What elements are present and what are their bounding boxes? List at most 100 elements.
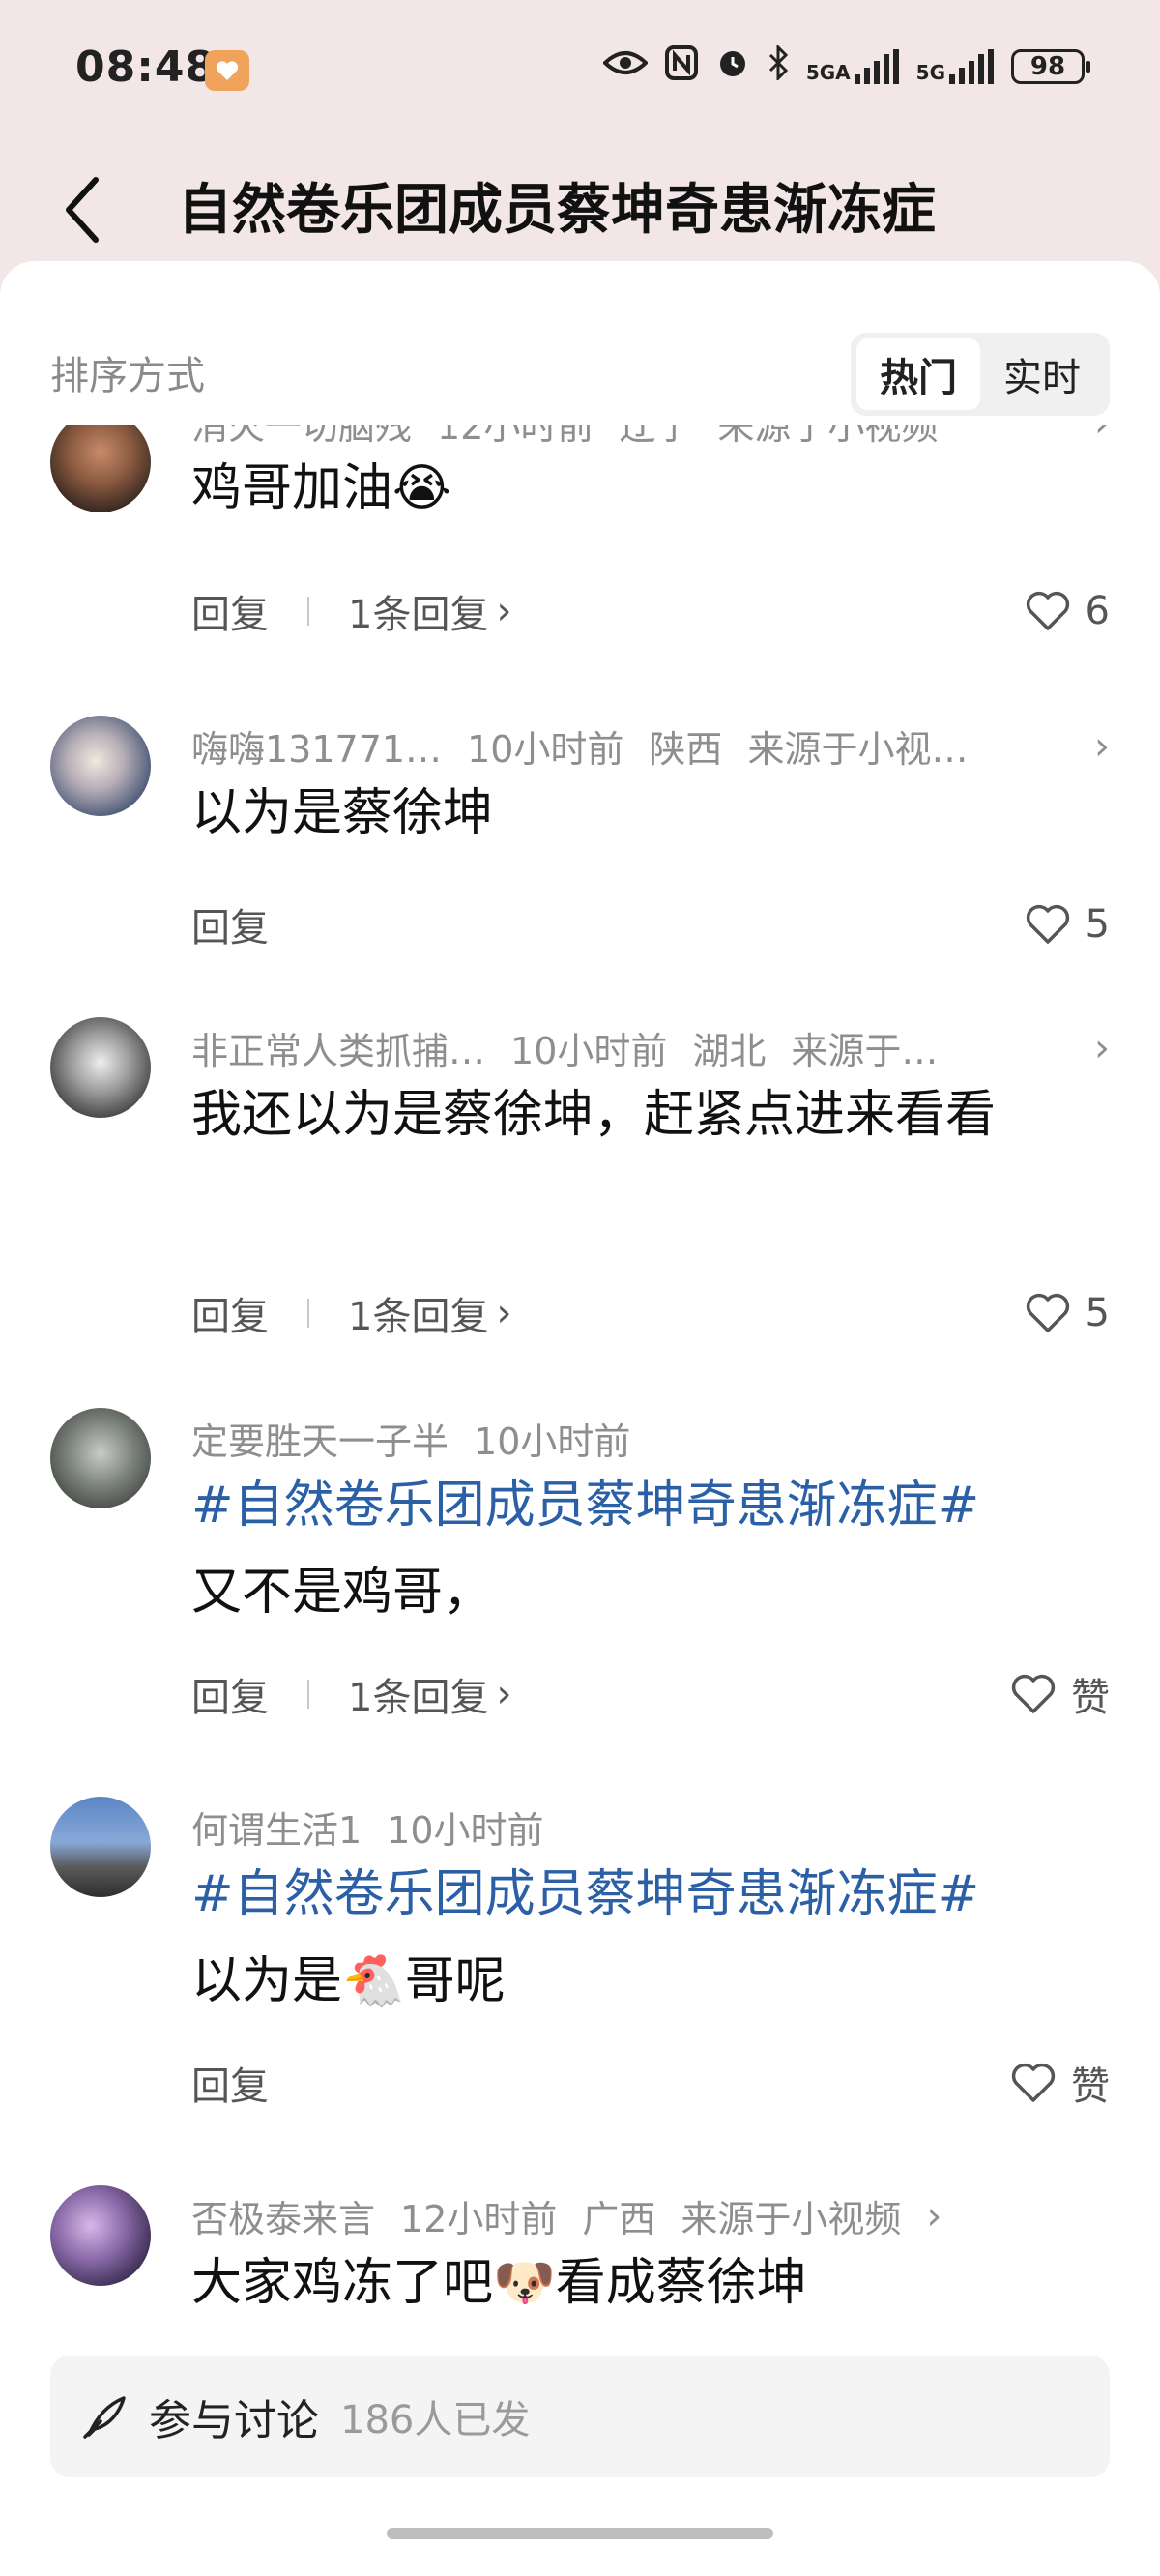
chevron-left-icon: [66, 177, 99, 243]
like-button[interactable]: 5: [1026, 1291, 1110, 1335]
comment-time: 12小时前: [400, 2198, 558, 2240]
alarm-icon: [715, 45, 750, 88]
heart-icon: [205, 50, 249, 91]
avatar[interactable]: [50, 1797, 151, 1897]
divider: [307, 1299, 309, 1328]
comment-location: 湖北: [692, 1030, 767, 1072]
reply-button[interactable]: 回复: [191, 896, 269, 952]
join-discussion-label: 参与讨论: [149, 2396, 319, 2445]
comment-text: 以为是蔡徐坤: [191, 784, 494, 842]
signal-bars-icon: [854, 49, 899, 84]
username[interactable]: 何谓生活1: [191, 1800, 362, 1854]
avatar[interactable]: [50, 1408, 151, 1508]
header: 自然卷乐团成员蔡坤奇患渐冻症: [0, 145, 1160, 280]
avatar[interactable]: [50, 716, 151, 816]
dog-emoji: 🐶: [493, 2254, 556, 2312]
discussion-count: 186人已发: [340, 2398, 531, 2443]
like-count: 6: [1085, 589, 1110, 633]
signal-5g: 5G: [916, 49, 994, 84]
comment-source: 来源于小视频: [681, 2198, 902, 2240]
comment-actions: 回复 1条回复 › 6: [191, 582, 1110, 640]
comment-text: #自然卷乐团成员蔡坤奇患渐冻症# 又不是鸡哥，: [191, 1477, 980, 1622]
reply-button[interactable]: 回复: [191, 2055, 269, 2111]
comment-time: 10小时前: [510, 1030, 668, 1072]
reply-button[interactable]: 回复: [191, 1285, 269, 1341]
comment-time: 10小时前: [467, 728, 624, 771]
username[interactable]: 非正常人类抓捕…: [191, 1021, 485, 1074]
comment-location: 陕西: [649, 728, 723, 771]
like-count: 5: [1085, 902, 1110, 947]
comment-text: 我还以为是蔡徐坤，赶紧点进来看看: [191, 1086, 997, 1144]
crying-emoji: 😭: [392, 459, 451, 517]
comment-item: 非正常人类抓捕… 10小时前 湖北 来源于… › 我还以为是蔡徐坤，赶紧点进来看…: [0, 1017, 1160, 1404]
status-bar: 08:48 5GA 5G 98: [0, 0, 1160, 145]
heart-outline-icon: [1026, 904, 1069, 944]
chevron-right-icon: ›: [496, 1672, 512, 1716]
comment-text: 鸡哥加油😭: [191, 459, 451, 517]
avatar[interactable]: [50, 425, 151, 512]
sort-latest-tab[interactable]: 实时: [980, 338, 1104, 410]
status-icons: 5GA 5G 98: [601, 43, 1090, 91]
comment-time: 10小时前: [474, 1420, 631, 1463]
eye-icon: [601, 48, 649, 85]
username[interactable]: 否极泰来言: [191, 2189, 375, 2242]
feather-pen-icon: [83, 2396, 126, 2439]
comment-meta: 非正常人类抓捕… 10小时前 湖北 来源于… ›: [191, 1021, 1110, 1074]
view-replies-button[interactable]: 1条回复 ›: [348, 583, 511, 639]
comment-item: 嗨嗨131771… 10小时前 陕西 来源于小视… › 以为是蔡徐坤 回复 5: [0, 716, 1160, 1025]
comment-actions: 回复 赞: [191, 2054, 1110, 2112]
battery-icon: 98: [1011, 49, 1090, 84]
hashtag-link[interactable]: #自然卷乐团成员蔡坤奇患渐冻症#: [191, 1477, 979, 1535]
like-button[interactable]: 5: [1026, 902, 1110, 947]
chevron-right-icon[interactable]: ›: [1094, 425, 1110, 446]
view-replies-button[interactable]: 1条回复 ›: [348, 1666, 511, 1722]
comment-item: 定要胜天一子半 10小时前 #自然卷乐团成员蔡坤奇患渐冻症# 又不是鸡哥， 回复…: [0, 1408, 1160, 1795]
like-count: 赞: [1071, 2064, 1110, 2109]
like-button[interactable]: 赞: [1011, 2055, 1110, 2111]
sort-toggle: 热门 实时: [851, 333, 1110, 416]
bluetooth-icon: [768, 44, 789, 88]
home-indicator[interactable]: [387, 2528, 773, 2539]
chevron-right-icon[interactable]: ›: [1094, 1026, 1110, 1070]
comment-item: 何谓生活1 10小时前 #自然卷乐团成员蔡坤奇患渐冻症# 以为是🐔哥呢 回复 赞: [0, 1797, 1160, 2183]
heart-outline-icon: [1011, 1674, 1056, 1713]
chevron-right-icon[interactable]: ›: [926, 2194, 942, 2239]
comment-meta: 何谓生活1 10小时前: [191, 1800, 1110, 1854]
comment-sheet: 排序方式 热门 实时 消火一切脑残 12小时前 辽宁 来源于小视频 › 鸡哥加油…: [0, 261, 1160, 2576]
comment-source: 来源于…: [791, 1030, 939, 1072]
page-title: 自然卷乐团成员蔡坤奇患渐冻症: [178, 179, 936, 242]
sort-label: 排序方式: [50, 354, 205, 398]
username[interactable]: 定要胜天一子半: [191, 1412, 449, 1465]
status-time: 08:48: [75, 43, 217, 92]
chevron-right-icon[interactable]: ›: [1094, 724, 1110, 769]
signal-bars-icon: [949, 49, 994, 84]
chevron-right-icon: ›: [496, 589, 512, 633]
like-button[interactable]: 6: [1026, 589, 1110, 633]
comment-meta: 嗨嗨131771… 10小时前 陕西 来源于小视… ›: [191, 719, 1110, 773]
comment-meta: 定要胜天一子半 10小时前: [191, 1412, 1110, 1465]
avatar[interactable]: [50, 1017, 151, 1118]
comment-source: 来源于小视…: [747, 728, 969, 771]
comment-item: 消火一切脑残 12小时前 辽宁 来源于小视频 › 鸡哥加油😭 回复 1条回复› …: [0, 425, 1160, 716]
like-count: 5: [1085, 1291, 1110, 1335]
heart-outline-icon: [1011, 2063, 1056, 2102]
username[interactable]: 嗨嗨131771…: [191, 719, 442, 773]
reply-button[interactable]: 回复: [191, 1666, 269, 1722]
back-button[interactable]: [48, 166, 116, 253]
view-replies-button[interactable]: 1条回复 ›: [348, 1285, 511, 1341]
like-button[interactable]: 赞: [1011, 1666, 1110, 1722]
comment-actions: 回复 1条回复 › 5: [191, 1284, 1110, 1342]
like-count: 赞: [1071, 1676, 1110, 1720]
join-discussion-bar[interactable]: 参与讨论 186人已发: [50, 2356, 1110, 2477]
chevron-right-icon: ›: [496, 1291, 512, 1335]
divider: [307, 597, 309, 626]
comment-time: 10小时前: [387, 1809, 544, 1852]
comment-list: 消火一切脑残 12小时前 辽宁 来源于小视频 › 鸡哥加油😭 回复 1条回复› …: [0, 425, 1160, 2398]
sort-hot-tab[interactable]: 热门: [856, 338, 980, 410]
hashtag-link[interactable]: #自然卷乐团成员蔡坤奇患渐冻症#: [191, 1865, 979, 1923]
heart-outline-icon: [1026, 1293, 1069, 1332]
reply-button[interactable]: 回复: [191, 583, 269, 639]
avatar[interactable]: [50, 2185, 151, 2286]
comment-text: 大家鸡冻了吧🐶看成蔡徐坤: [191, 2254, 807, 2312]
nfc-icon: [664, 45, 698, 88]
